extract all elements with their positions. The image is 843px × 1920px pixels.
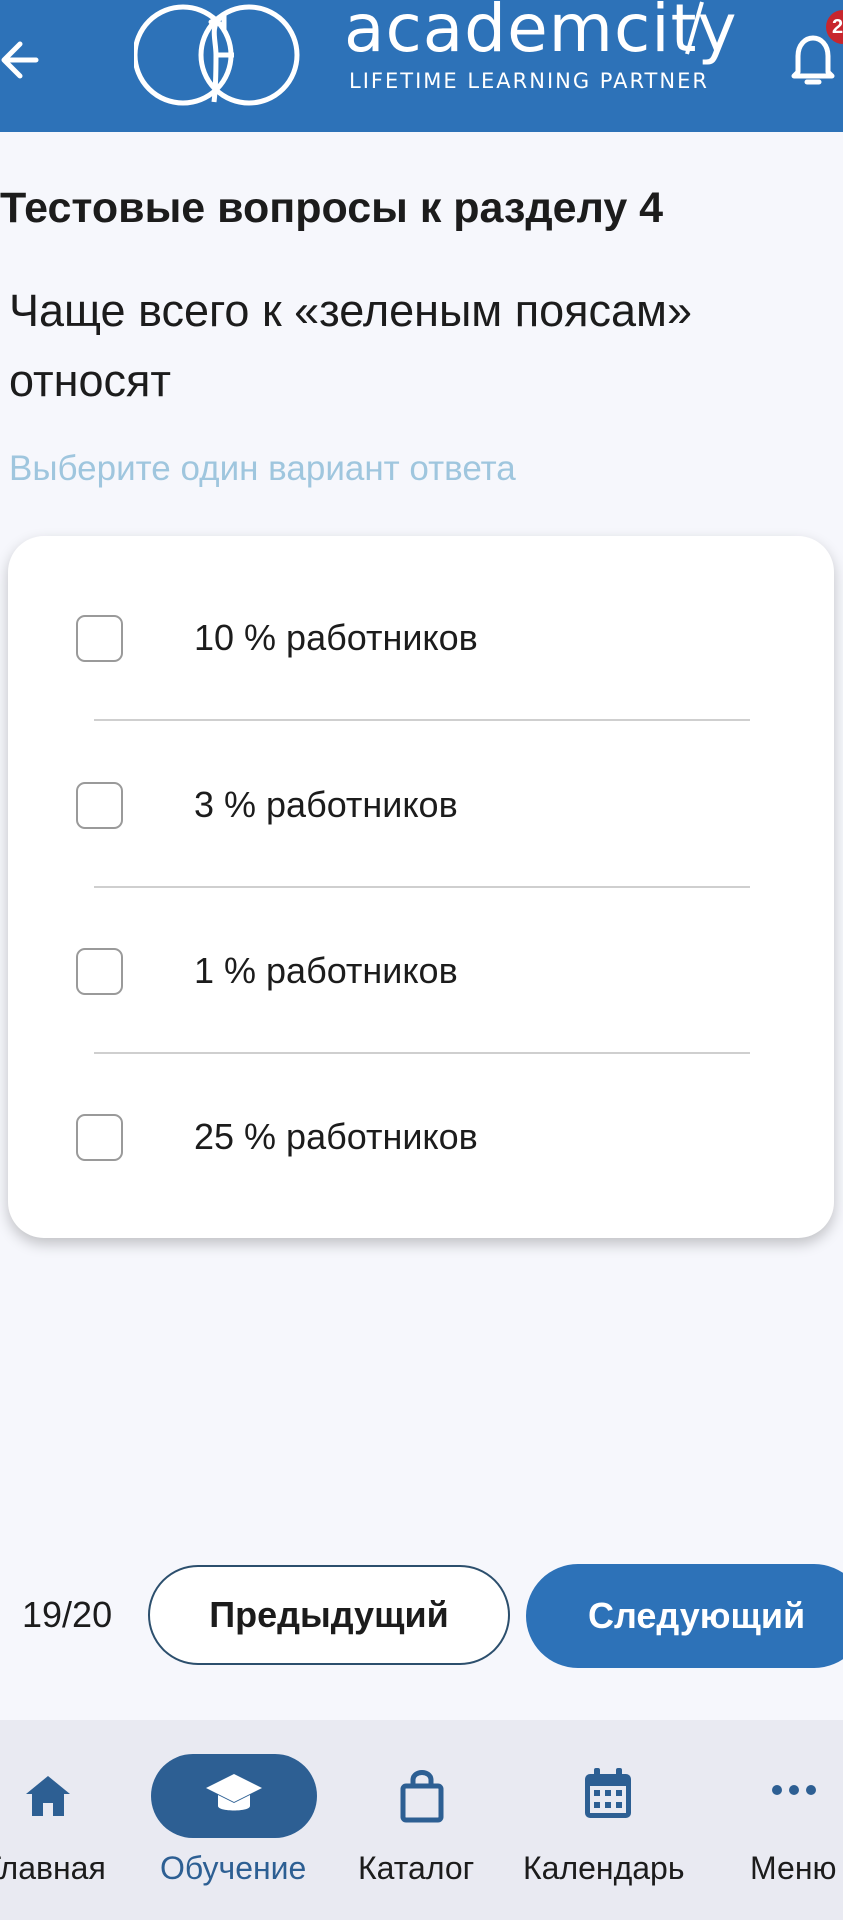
nav-item-calendar[interactable]: Календарь [520,1720,700,1920]
option-label: 10 % работников [194,617,478,658]
nav-item-learning[interactable]: Обучение [140,1720,340,1920]
nav-item-menu[interactable]: Меню [740,1720,843,1920]
next-button[interactable]: Следующий [526,1564,843,1668]
nav-label: Каталог [358,1850,475,1886]
home-icon [26,1776,70,1816]
calendar-icon [585,1768,631,1818]
brand-name: academcity [344,0,738,67]
option-label: 3 % работников [194,784,458,825]
section-title: Тестовые вопросы к разделу 4 [0,184,664,232]
answer-hint: Выберите один вариант ответа [9,449,516,488]
nav-label: Обучение [160,1850,307,1886]
answer-option[interactable]: 10 % работников [8,536,834,703]
nav-item-home[interactable]: Главная [0,1720,130,1920]
answer-option[interactable]: 1 % работников [8,869,834,1036]
bottom-navigation: Главная Обучение Каталог Календарь [0,1720,843,1920]
answer-options-card: 10 % работников 3 % работников 1 % работ… [8,536,834,1238]
app-header: academcity LIFETIME LEARNING PARTNER 2 [0,0,843,132]
question-counter: 19/20 [22,1594,113,1635]
graduation-cap-icon [206,1774,262,1811]
nav-label: Главная [0,1850,106,1886]
shopping-bag-icon [400,1770,444,1823]
option-label: 25 % работников [194,1116,478,1157]
option-label: 1 % работников [194,950,458,991]
nav-label: Меню [750,1850,837,1886]
option-checkbox[interactable] [76,948,123,995]
option-checkbox[interactable] [76,782,123,829]
answer-option[interactable]: 3 % работников [8,703,834,870]
more-dots-icon [772,1785,816,1795]
question-text: Чаще всего к «зеленым поясам» относят [9,285,692,406]
option-checkbox[interactable] [76,1114,123,1161]
answer-option[interactable]: 25 % работников [8,1035,834,1202]
nav-item-catalog[interactable]: Каталог [350,1720,500,1920]
back-arrow-icon[interactable] [0,28,44,92]
brand-tagline: LIFETIME LEARNING PARTNER [349,69,709,93]
option-checkbox[interactable] [76,615,123,662]
nav-label: Календарь [523,1850,685,1886]
previous-button[interactable]: Предыдущий [148,1565,510,1665]
